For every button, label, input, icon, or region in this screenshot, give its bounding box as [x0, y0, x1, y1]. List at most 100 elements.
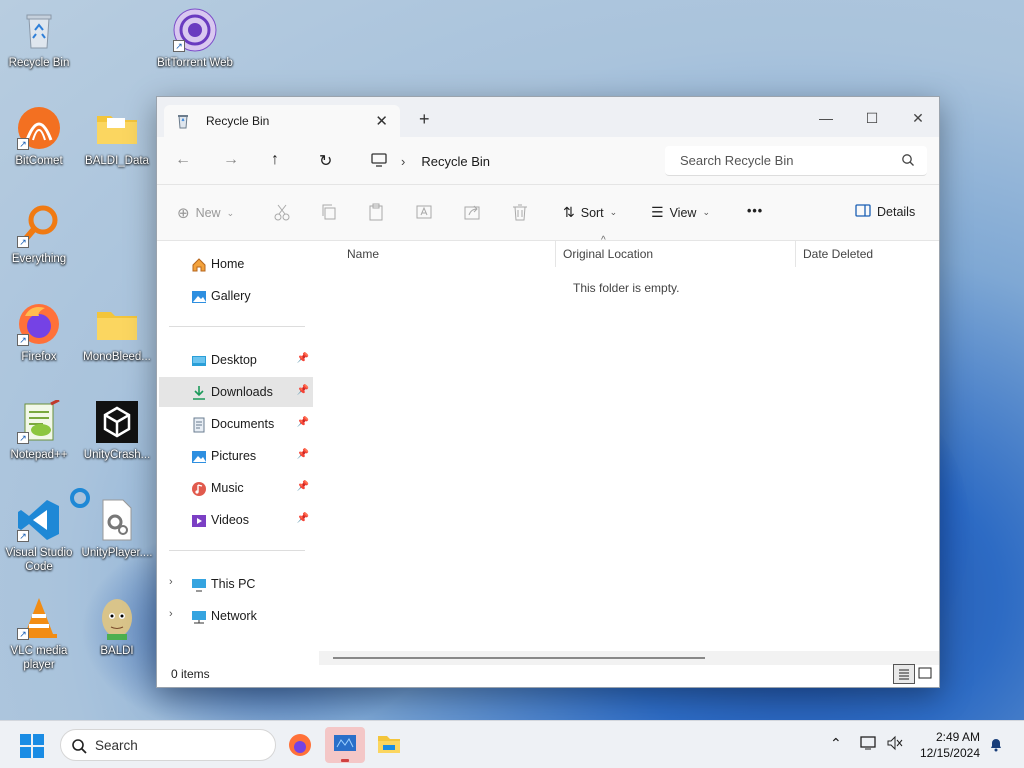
chevron-right-icon[interactable]: › — [169, 608, 173, 620]
desktop-icon-unityplayer[interactable]: UnityPlayer.... — [78, 498, 156, 560]
more-options-button[interactable]: ••• — [747, 204, 763, 218]
recycle-bin-icon — [176, 113, 192, 129]
scrollbar-thumb[interactable] — [333, 657, 705, 659]
desktop-icon-recycle-bin[interactable]: Recycle Bin — [0, 8, 78, 70]
nav-item-gallery[interactable]: Gallery — [159, 281, 313, 311]
nav-item-videos[interactable]: Videos 📌 — [159, 505, 313, 535]
show-hidden-icons-chevron-icon[interactable]: ⌃ — [830, 735, 842, 752]
desktop-icon-firefox[interactable]: ↗ Firefox — [0, 302, 78, 364]
nav-label: Network — [211, 609, 257, 623]
desktop-icon-monobleed[interactable]: MonoBleed... — [78, 302, 156, 364]
notepad-plus-plus-icon: ↗ — [17, 398, 61, 444]
taskbar-file-explorer-icon[interactable] — [369, 727, 409, 763]
column-header-name[interactable]: Name — [315, 241, 555, 267]
taskbar-active-app-icon[interactable] — [325, 727, 365, 763]
column-header-original-location[interactable]: Original Location — [531, 241, 771, 267]
ring-decoration-icon — [70, 488, 90, 508]
up-arrow-icon[interactable]: ↑ — [271, 151, 279, 169]
close-window-icon[interactable]: ✕ — [895, 104, 941, 132]
nav-item-downloads[interactable]: Downloads 📌 — [159, 377, 313, 407]
details-view-icon[interactable] — [893, 664, 915, 684]
nav-item-desktop[interactable]: Desktop 📌 — [159, 345, 313, 375]
more-options-icon: ••• — [747, 204, 764, 218]
share-icon[interactable] — [463, 203, 481, 221]
command-bar: ⊕ New ⌄ ⇅ Sort ⌄ ☰ View ⌄ ••• Details — [157, 185, 939, 241]
taskbar-firefox-icon[interactable] — [280, 727, 320, 763]
close-tab-icon[interactable]: ✕ — [375, 112, 388, 130]
network-icon — [191, 609, 207, 625]
chevron-down-icon: ⌄ — [609, 207, 618, 217]
chevron-right-icon[interactable]: › — [169, 576, 173, 588]
desktop-icon-label: UnityPlayer.... — [81, 547, 153, 559]
chevron-down-icon: ⌄ — [702, 207, 710, 217]
minimize-icon[interactable]: — — [803, 104, 849, 132]
new-tab-icon[interactable]: + — [419, 109, 430, 130]
paste-icon[interactable] — [367, 203, 385, 221]
cut-icon[interactable] — [273, 203, 291, 221]
new-button[interactable]: ⊕ New ⌄ — [177, 204, 234, 222]
search-input[interactable]: Search Recycle Bin — [665, 146, 927, 176]
maximize-icon[interactable]: ☐ — [849, 104, 895, 132]
empty-folder-message: This folder is empty. — [573, 281, 680, 295]
breadcrumb[interactable]: › Recycle Bin — [371, 146, 490, 176]
nav-item-pictures[interactable]: Pictures 📌 — [159, 441, 313, 471]
start-windows-icon[interactable] — [20, 734, 44, 761]
view-button[interactable]: ☰ View ⌄ — [651, 204, 710, 221]
desktop-icon-bittorrent-web[interactable]: ↗ BitTorrent Web — [156, 8, 234, 70]
pin-icon[interactable]: 📌 — [297, 513, 309, 524]
nav-label: Downloads — [211, 385, 273, 399]
desktop-icon-unitycrash[interactable]: UnityCrash... — [78, 400, 156, 462]
pin-icon[interactable]: 📌 — [297, 353, 309, 364]
file-explorer-window: Recycle Bin ✕ + — ☐ ✕ ← → ↑ ↻ › Recycle … — [156, 96, 940, 688]
delete-icon[interactable] — [511, 203, 529, 221]
video-icon — [191, 513, 207, 529]
volume-muted-icon[interactable] — [886, 735, 904, 754]
shortcut-arrow-icon: ↗ — [173, 40, 185, 52]
notification-bell-icon[interactable] — [988, 736, 1004, 755]
sort-button[interactable]: ⇅ Sort ⌄ — [563, 204, 617, 221]
details-pane-button[interactable]: Details — [855, 204, 915, 220]
address-bar: ← → ↑ ↻ › Recycle Bin Search Recycle Bin — [157, 137, 939, 185]
desktop-icon-label: Visual Studio Code — [5, 547, 73, 573]
taskbar-clock[interactable]: 2:49 AM 12/15/2024 — [920, 729, 980, 761]
pin-icon[interactable]: 📌 — [297, 417, 309, 428]
pin-icon[interactable]: 📌 — [297, 449, 309, 460]
nav-item-music[interactable]: Music 📌 — [159, 473, 313, 503]
back-arrow-icon[interactable]: ← — [175, 151, 191, 169]
details-button-label: Details — [877, 205, 916, 219]
desktop-icon-notepadpp[interactable]: ↗ Notepad++ — [0, 398, 78, 462]
nav-label: Documents — [211, 417, 275, 431]
pin-icon[interactable]: 📌 — [297, 385, 309, 396]
desktop-icon-baldi-data[interactable]: BALDI_Data — [78, 106, 156, 168]
breadcrumb-current[interactable]: Recycle Bin — [421, 154, 490, 169]
nav-item-network[interactable]: › Network — [159, 601, 313, 631]
tab-recycle-bin[interactable]: Recycle Bin ✕ — [164, 105, 400, 137]
desktop-icon-baldi[interactable]: BALDI — [78, 596, 156, 658]
desktop-icon-label: MonoBleed... — [83, 351, 151, 363]
desktop-icon-label: BitTorrent Web — [157, 57, 233, 69]
taskbar-search-box[interactable]: Search — [60, 729, 276, 761]
desktop-icon-label: Notepad++ — [10, 449, 68, 461]
forward-arrow-icon[interactable]: → — [223, 151, 239, 169]
copy-icon[interactable] — [320, 203, 338, 221]
refresh-icon[interactable]: ↻ — [319, 151, 332, 171]
tiles-view-icon[interactable] — [915, 664, 937, 684]
column-header-date-deleted[interactable]: Date Deleted — [771, 241, 941, 267]
nav-item-home[interactable]: Home — [159, 249, 313, 279]
desktop-icon-everything[interactable]: ↗ Everything — [0, 204, 78, 266]
file-list: ^ Name Original Location Date Deleted Th… — [315, 235, 941, 661]
sort-button-label: Sort — [580, 205, 604, 220]
rename-icon[interactable] — [415, 203, 433, 221]
nav-item-documents[interactable]: Documents 📌 — [159, 409, 313, 439]
nav-item-this-pc[interactable]: › This PC — [159, 569, 313, 599]
dll-file-icon — [95, 498, 139, 542]
nav-divider — [169, 550, 305, 551]
display-network-icon[interactable] — [860, 735, 878, 754]
pin-icon[interactable]: 📌 — [297, 481, 309, 492]
desktop-icon-bitcomet[interactable]: ↗ BitComet — [0, 106, 78, 168]
tab-title: Recycle Bin — [206, 114, 270, 128]
desktop-icon-vlc[interactable]: ↗ VLC media player — [0, 596, 78, 672]
vlc-cone-icon: ↗ — [17, 596, 61, 640]
desktop-icon-vscode[interactable]: ↗ Visual Studio Code — [0, 498, 78, 574]
shortcut-arrow-icon: ↗ — [17, 432, 29, 444]
